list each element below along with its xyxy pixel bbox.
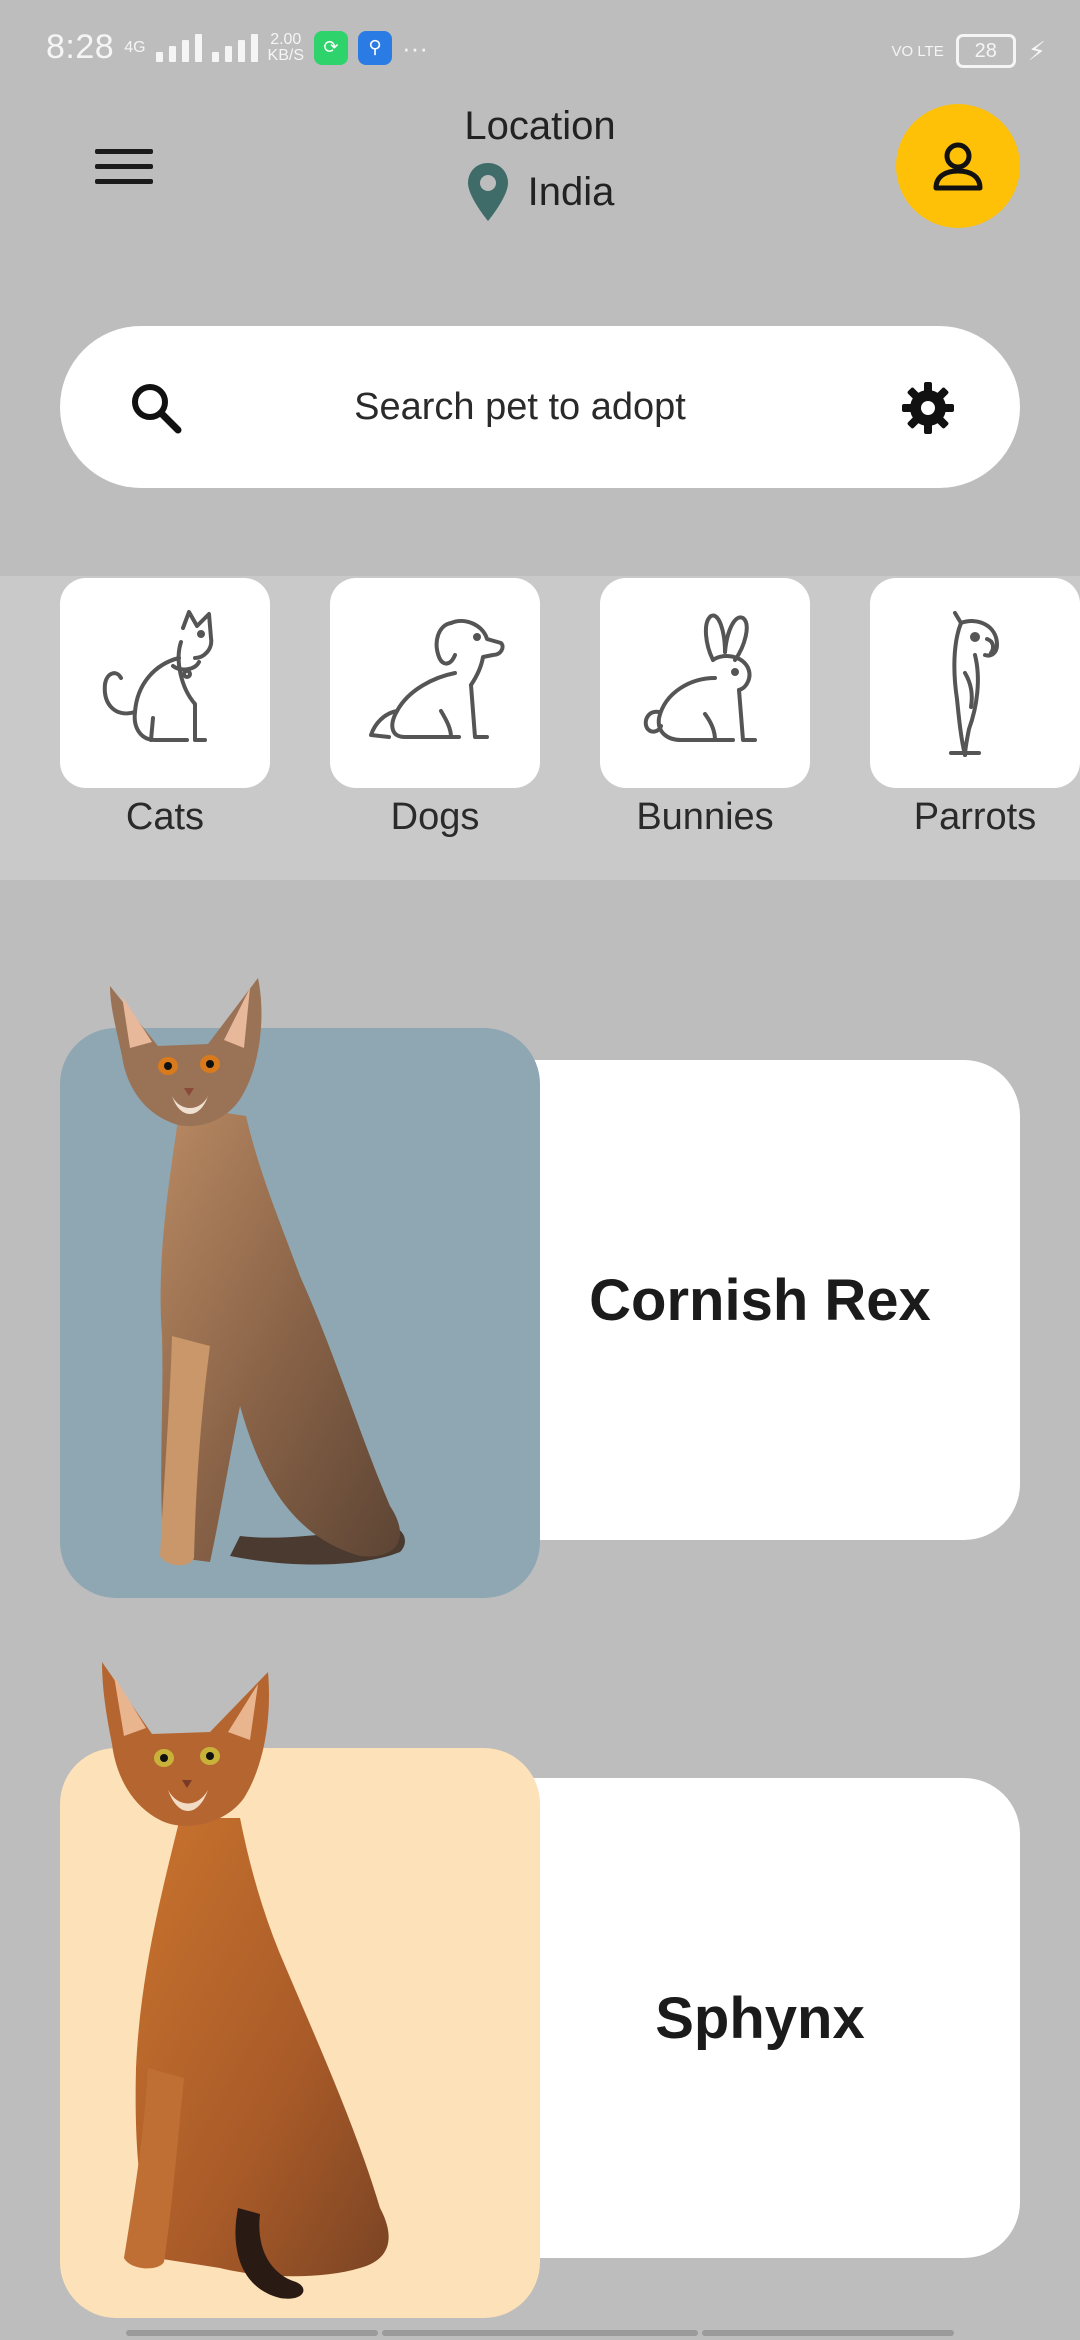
signal-icon-2 [211, 33, 258, 62]
next-card-hint [702, 2330, 954, 2336]
search-icon[interactable] [126, 378, 186, 443]
user-icon [933, 142, 983, 191]
category-tile[interactable] [60, 578, 270, 788]
category-label: Cats [125, 796, 205, 838]
search-bar[interactable]: Search pet to adopt [60, 326, 1020, 488]
profile-button[interactable] [896, 104, 1020, 228]
usb-icon: ⚲ [358, 30, 392, 65]
category-dogs[interactable]: Dogs [330, 578, 540, 839]
search-input[interactable]: Search pet to adopt [60, 386, 1020, 429]
signal-icon [155, 33, 202, 62]
network-speed-value: 2.00 [270, 30, 302, 48]
category-label: Parrots [913, 796, 1037, 838]
category-tile[interactable] [330, 578, 540, 788]
category-label: Bunnies [636, 796, 774, 838]
pet-name: Sphynx [655, 1985, 865, 2051]
category-bunnies[interactable]: Bunnies [600, 578, 810, 839]
dog-icon [369, 619, 505, 739]
status-bar: 8:28 4G 2.00 KB/S ⟳ ⚲ ··· VO LTE 28 ⚡ [0, 0, 1080, 110]
cat-icon [102, 610, 214, 742]
category-cats[interactable]: Cats [60, 578, 270, 839]
pet-photo[interactable] [60, 978, 540, 1598]
next-card-hint [382, 2330, 698, 2336]
category-tile[interactable] [870, 578, 1080, 788]
status-left: 8:28 4G 2.00 KB/S ⟳ ⚲ ··· [46, 28, 428, 67]
cat-photo [102, 1662, 389, 2299]
status-time: 8:28 [46, 28, 115, 66]
location-pin-icon [466, 161, 510, 223]
status-right: VO LTE 28 ⚡ [891, 34, 1046, 68]
more-dots: ··· [402, 32, 428, 63]
pet-photo[interactable] [60, 1662, 540, 2318]
category-label: Dogs [390, 796, 480, 838]
category-strip[interactable]: Cats Dogs Bunnies Parrots [0, 576, 1080, 880]
volte-label: VO LTE [891, 42, 944, 60]
pet-card[interactable]: Sphynx [60, 1650, 1020, 2340]
parrot-icon [949, 611, 999, 757]
bunny-icon [643, 613, 757, 742]
pet-card[interactable]: Cornish Rex [60, 958, 1020, 1598]
gear-icon[interactable] [898, 378, 958, 443]
category-tile[interactable] [600, 578, 810, 788]
network-speed: 2.00 KB/S [267, 30, 304, 64]
network-type-label: 4G [124, 38, 146, 56]
location-value: India [527, 169, 615, 214]
sync-icon: ⟳ [314, 30, 348, 65]
battery-icon: 28 [955, 34, 1016, 68]
cat-photo [110, 978, 405, 1566]
next-card-hint [126, 2330, 378, 2336]
charging-icon: ⚡ [1027, 35, 1046, 66]
battery-level: 28 [974, 39, 997, 62]
category-parrots[interactable]: Parrots [870, 578, 1080, 839]
network-speed-unit: KB/S [267, 46, 304, 64]
